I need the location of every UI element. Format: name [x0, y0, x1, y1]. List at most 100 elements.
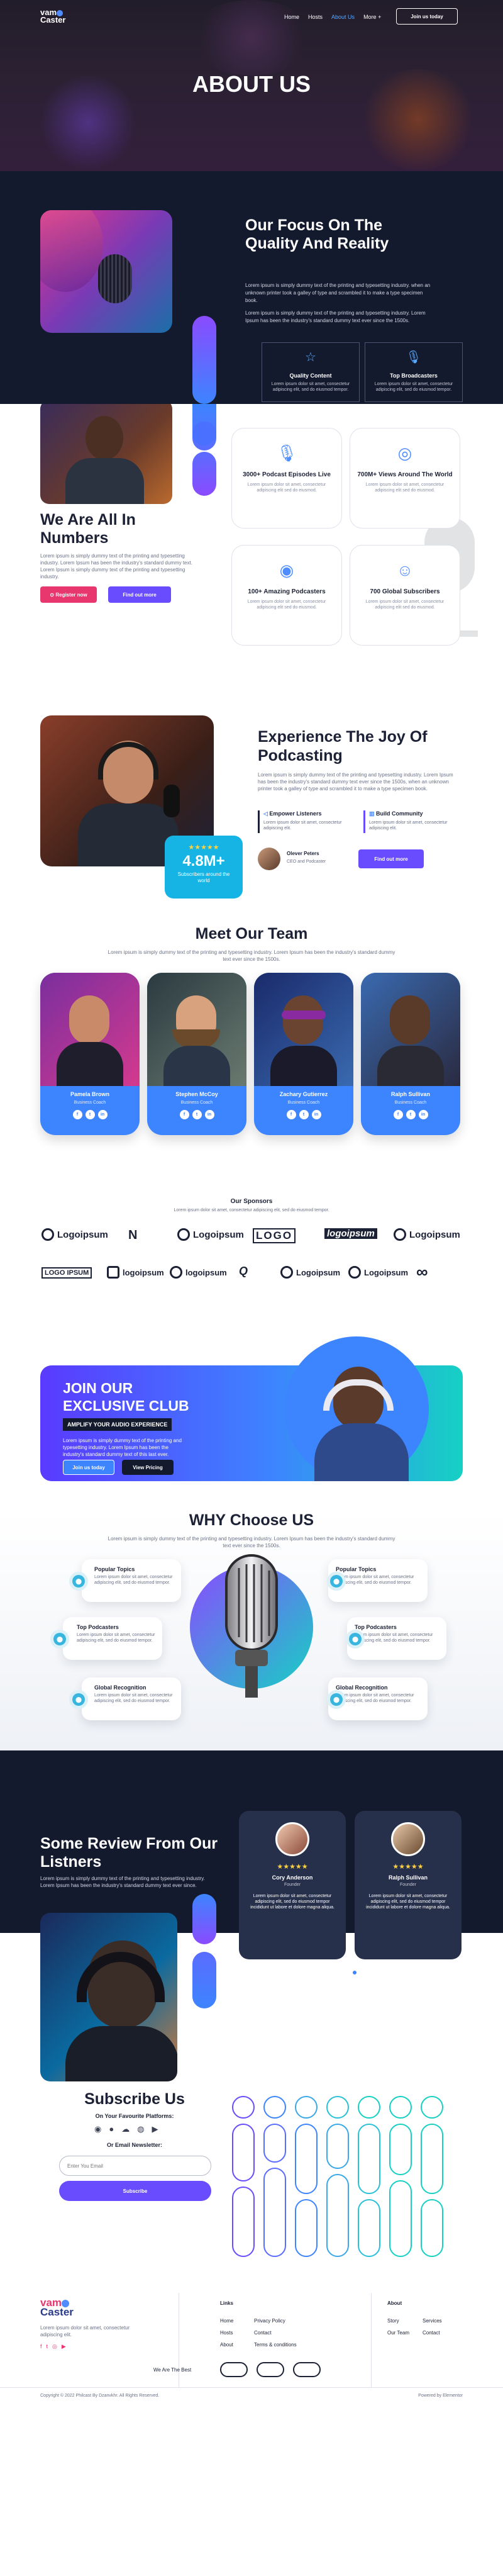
- member-name: Zachary Gutierrez: [279, 1091, 328, 1097]
- footer-link[interactable]: Story: [387, 2318, 409, 2324]
- main-nav: Home Hosts About Us More +: [284, 14, 381, 20]
- nav-item-hosts[interactable]: Hosts: [308, 14, 323, 20]
- sponsor-logo[interactable]: Q: [239, 1265, 248, 1278]
- photo-head: [86, 416, 123, 460]
- why-section: WHY Choose US Lorem ipsum is simply dumm…: [0, 1511, 503, 1750]
- footer-link[interactable]: Our Team: [387, 2330, 409, 2336]
- sponsor-logo[interactable]: logoipsum: [107, 1266, 164, 1279]
- footer-link[interactable]: Hosts: [220, 2330, 233, 2336]
- sponsor-logo[interactable]: LOGO: [253, 1228, 296, 1243]
- feature-title: Quality Content: [289, 372, 332, 379]
- numbers-title: We Are All In Numbers: [40, 511, 136, 547]
- linkedin-icon[interactable]: in: [204, 1110, 214, 1119]
- instagram-icon[interactable]: ◎: [52, 2343, 57, 2350]
- review-card: ★★★★★ Cory Anderson Founder Lorem ipsum …: [239, 1811, 346, 1959]
- carousel-dot[interactable]: [353, 1971, 357, 1974]
- facebook-icon[interactable]: f: [393, 1110, 403, 1119]
- subscribe-button[interactable]: Subscribe: [59, 2181, 211, 2201]
- team-desc: Lorem ipsum is simply dummy text of the …: [108, 949, 395, 962]
- reviewer-role: Founder: [284, 1883, 301, 1887]
- logo-text: Caster: [40, 14, 66, 25]
- facebook-icon[interactable]: f: [40, 2343, 42, 2350]
- review-card: ★★★★★ Ralph Sullivan Founder Lorem ipsum…: [355, 1811, 462, 1959]
- join-button[interactable]: Join us today: [63, 1460, 114, 1475]
- facebook-icon[interactable]: f: [72, 1110, 82, 1119]
- numbers-section: We Are All In Numbers Lorem ipsum is sim…: [0, 404, 503, 668]
- email-input[interactable]: [59, 2156, 211, 2176]
- sponsor-logo[interactable]: Logoipsum: [348, 1266, 408, 1279]
- feature-desc: Lorem ipsum dolor sit amet, consectetur …: [271, 382, 350, 392]
- linkedin-icon[interactable]: in: [311, 1110, 321, 1119]
- focus-section: Our Focus On The Quality And Reality Lor…: [0, 171, 503, 404]
- why-item-desc: Lorem ipsum dolor sit amet, consectetur …: [336, 1693, 414, 1703]
- carousel-dot[interactable]: [346, 1971, 350, 1974]
- sponsor-logo[interactable]: Logoipsum: [280, 1266, 340, 1279]
- logo-square-icon: [107, 1266, 119, 1279]
- footer-link[interactable]: Home: [220, 2318, 233, 2324]
- soundcloud-icon[interactable]: ☁: [121, 2124, 130, 2134]
- facebook-icon[interactable]: f: [286, 1110, 296, 1119]
- linkedin-icon[interactable]: in: [418, 1110, 428, 1119]
- twitter-icon[interactable]: t: [192, 1110, 202, 1119]
- footer-link[interactable]: Services: [423, 2318, 442, 2324]
- experience-section: ★★★★★ 4.8M+ Subscribers around the world…: [0, 668, 503, 920]
- facebook-icon[interactable]: f: [179, 1110, 189, 1119]
- club-subtitle: AMPLIFY YOUR AUDIO EXPERIENCE: [63, 1418, 172, 1431]
- member-role: Business Coach: [394, 1100, 427, 1105]
- team-card: Stephen McCoy Business Coach f t in: [147, 973, 246, 1135]
- decor-pill: [192, 452, 216, 496]
- stat-title: 700M+ Views Around The World: [357, 471, 453, 478]
- find-out-button[interactable]: Find out more: [108, 586, 171, 603]
- twitter-icon[interactable]: t: [299, 1110, 309, 1119]
- sponsor-logo[interactable]: Logoipsum: [41, 1228, 108, 1241]
- linkedin-icon[interactable]: in: [97, 1110, 108, 1119]
- find-out-button[interactable]: Find out more: [358, 849, 424, 868]
- feature-desc: Lorem ipsum dolor sit amet, consectetur …: [263, 820, 342, 831]
- listener-photo: [296, 1348, 434, 1481]
- youtube-icon[interactable]: ▶: [62, 2343, 66, 2350]
- team-card: Pamela Brown Business Coach f t in: [40, 973, 140, 1135]
- footer-links: Story Our Team: [387, 2318, 409, 2336]
- footer-link[interactable]: Contact: [423, 2330, 442, 2336]
- podcast-icon[interactable]: ◉: [94, 2124, 101, 2134]
- focus-text-1: Lorem ipsum is simply dummy text of the …: [245, 283, 431, 303]
- focus-title: Our Focus On The Quality And Reality: [245, 216, 389, 252]
- join-button[interactable]: Join us today: [396, 8, 458, 25]
- footer-link[interactable]: About: [220, 2342, 233, 2348]
- sponsor-logo[interactable]: logoipsum: [324, 1228, 377, 1239]
- footer-link[interactable]: Privacy Policy: [254, 2318, 297, 2324]
- why-item: Top Podcasters Lorem ipsum dolor sit amet…: [63, 1617, 162, 1660]
- sponsor-logo[interactable]: Logoipsum: [394, 1228, 460, 1241]
- spotify-icon[interactable]: ◍: [137, 2124, 144, 2134]
- newsletter-label: Or Email Newsletter:: [106, 2142, 163, 2148]
- twitter-icon[interactable]: t: [85, 1110, 95, 1119]
- nav-item-home[interactable]: Home: [284, 14, 299, 20]
- footer-link[interactable]: Contact: [254, 2330, 297, 2336]
- sponsor-logo[interactable]: Logoipsum: [177, 1228, 244, 1241]
- pricing-button[interactable]: View Pricing: [122, 1460, 174, 1475]
- nav-item-about[interactable]: About Us: [331, 14, 355, 20]
- member-name: Pamela Brown: [70, 1091, 110, 1097]
- sponsor-logo[interactable]: ∞: [416, 1262, 428, 1282]
- sponsor-logo[interactable]: logoipsum: [170, 1266, 227, 1279]
- copyright: Copyright © 2022 Philcast By Dzanvkhr. A…: [40, 2394, 160, 2398]
- footer-logo[interactable]: vam Caster: [40, 2297, 74, 2317]
- nav-item-more[interactable]: More +: [363, 14, 381, 20]
- club-title: JOIN OUR EXCLUSIVE CLUB: [63, 1380, 189, 1414]
- social-links: f t in: [361, 1110, 460, 1119]
- footer-link[interactable]: Terms & conditions: [254, 2342, 297, 2348]
- badge-text: Subscribers around the world: [177, 871, 230, 883]
- site-logo[interactable]: vam Caster: [40, 8, 66, 25]
- stat-card-episodes: 🎙 3000+ Podcast Episodes Live Lorem ipsu…: [231, 428, 342, 529]
- avatar: [275, 1822, 309, 1856]
- twitter-icon[interactable]: t: [47, 2343, 48, 2350]
- feature-desc: Lorem ipsum dolor sit amet, consectetur …: [374, 382, 453, 392]
- youtube-icon[interactable]: ▶: [152, 2124, 158, 2134]
- sponsor-logo[interactable]: N: [128, 1228, 137, 1243]
- feature-community: ▥ Build Community Lorem ipsum dolor sit …: [363, 810, 458, 833]
- twitter-icon[interactable]: t: [406, 1110, 416, 1119]
- apple-icon[interactable]: ●: [109, 2124, 114, 2134]
- photo-body: [78, 804, 179, 866]
- sponsor-logo[interactable]: LOGO IPSUM: [41, 1267, 92, 1279]
- register-button[interactable]: ⊙ Register now: [40, 586, 97, 603]
